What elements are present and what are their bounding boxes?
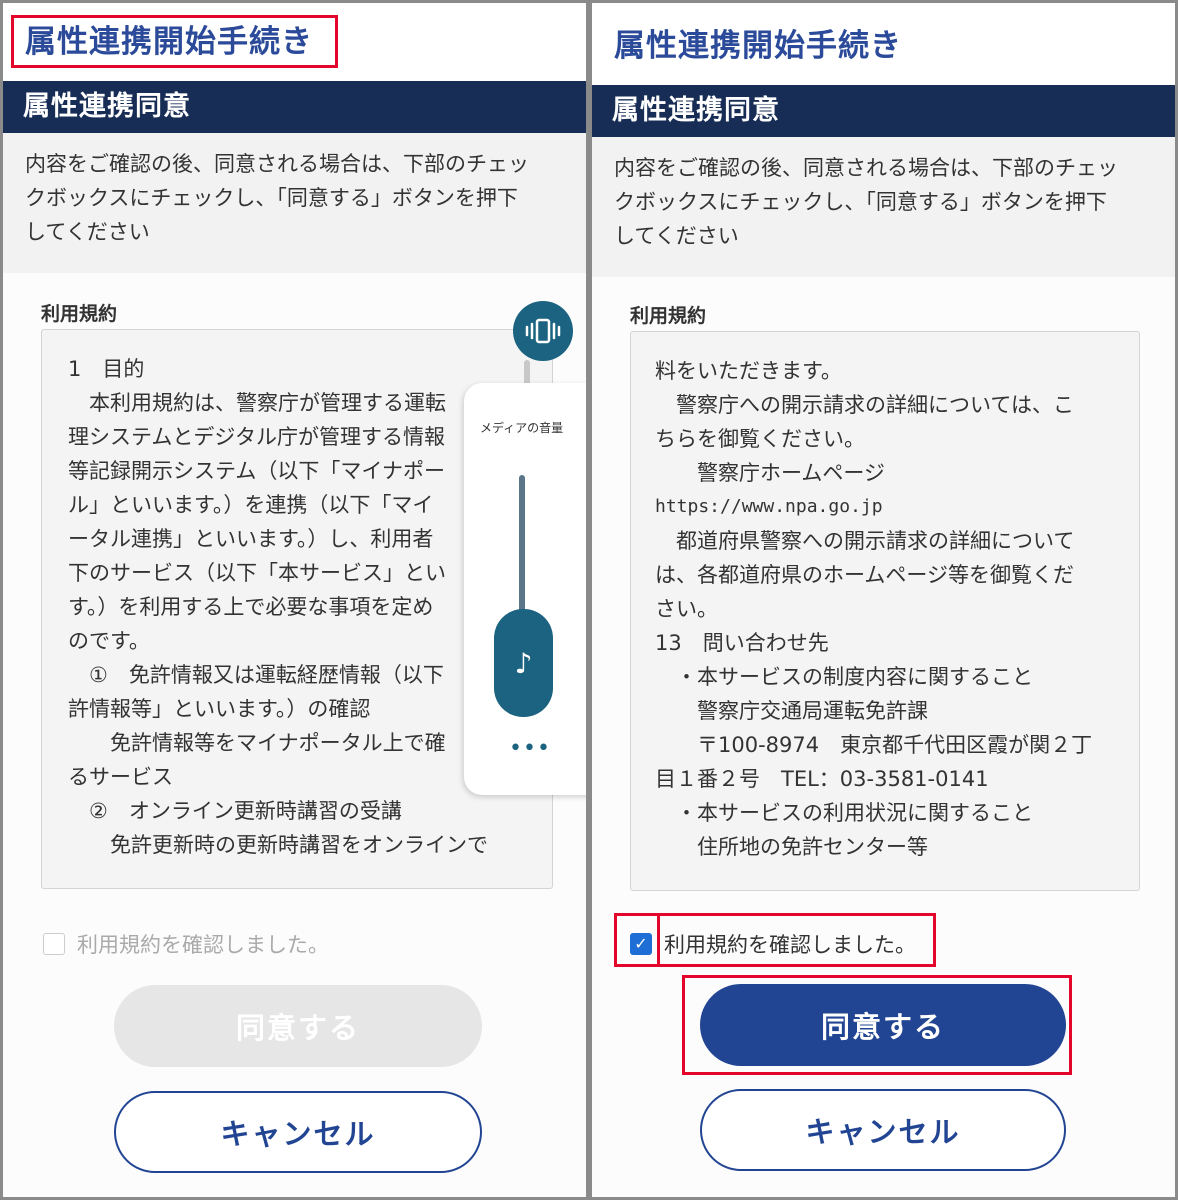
terms-line: 警察庁ホームページ: [655, 461, 885, 485]
terms-line: 警察庁交通局運転免許課: [655, 699, 928, 723]
terms-line: 理システムとデジタル庁が管理する情報: [68, 425, 445, 449]
terms-line: ② オンライン更新時講習の受講: [68, 799, 402, 823]
terms-label: 利用規約: [630, 305, 707, 327]
terms-label: 利用規約: [41, 303, 118, 325]
section-header: 属性連携同意: [592, 85, 1175, 137]
terms-line: す。）を利用する上で必要な事項を定め: [68, 595, 434, 619]
instruction-line: 内容をご確認の後、同意される場合は、下部のチェッ: [25, 152, 529, 176]
agree-button-disabled[interactable]: 同意する: [114, 985, 482, 1067]
terms-confirm-checkbox[interactable]: ✓: [630, 933, 652, 955]
page-title: 属性連携開始手続き: [614, 28, 902, 64]
left-screen: 属性連携開始手続き 属性連携同意 内容をご確認の後、同意される場合は、下部のチェ…: [0, 0, 589, 1200]
volume-slider-thumb[interactable]: ♪: [494, 609, 553, 717]
more-horizontal-icon[interactable]: •••: [509, 738, 551, 760]
terms-confirm-row[interactable]: 利用規約を確認しました。: [43, 929, 329, 959]
checkbox-label: 利用規約を確認しました。: [77, 933, 329, 957]
terms-line: るサービス: [68, 765, 173, 789]
terms-line: ータル連携」といいます。）し、利用者: [68, 527, 434, 551]
terms-line: ちらを御覧ください。: [655, 427, 865, 451]
checkmark-icon: ✓: [634, 934, 648, 953]
right-screen: 属性連携開始手続き 属性連携同意 内容をご確認の後、同意される場合は、下部のチェ…: [589, 0, 1178, 1200]
terms-scroll-box[interactable]: 料をいただきます。 警察庁への開示請求の詳細については、こ ちらを御覧ください。…: [630, 331, 1140, 891]
checkbox-label: 利用規約を確認しました。: [664, 933, 916, 957]
cancel-button[interactable]: キャンセル: [114, 1091, 482, 1173]
terms-line: 13 問い合わせ先: [655, 631, 829, 655]
terms-confirm-row[interactable]: ✓ 利用規約を確認しました。: [630, 929, 916, 959]
terms-line: 免許情報等をマイナポータル上で確: [68, 731, 446, 755]
music-note-icon: ♪: [514, 646, 533, 680]
section-header: 属性連携同意: [3, 81, 586, 133]
terms-line: ① 免許情報又は運転経歴情報（以下: [68, 663, 444, 687]
terms-line: 許情報等」といいます。）の確認: [68, 697, 371, 721]
terms-line: 下のサービス（以下「本サービス」とい: [68, 561, 446, 585]
terms-line: さい。: [655, 597, 718, 621]
terms-line: ル」といいます。）を連携（以下「マイ: [68, 493, 434, 517]
terms-line: 警察庁への開示請求の詳細については、こ: [655, 393, 1074, 417]
media-volume-panel: メディアの音量 ♪ •••: [464, 383, 586, 795]
terms-confirm-checkbox[interactable]: [43, 933, 65, 955]
instruction-line: してください: [614, 224, 739, 248]
terms-line: ・本サービスの利用状況に関すること: [655, 801, 1033, 825]
agree-button[interactable]: 同意する: [700, 984, 1066, 1066]
terms-line: のです。: [68, 629, 150, 653]
instruction-line: してください: [25, 220, 150, 244]
title-highlight-box: [11, 15, 338, 68]
terms-line: ・本サービスの制度内容に関すること: [655, 665, 1033, 689]
terms-line: 〒100-8974 東京都千代田区霞が関２丁: [655, 733, 1093, 757]
terms-line: 等記録開示システム（以下「マイナポー: [68, 459, 445, 483]
terms-line: 目１番２号 TEL：03-3581-0141: [655, 767, 989, 791]
terms-line: 住所地の免許センター等: [655, 835, 928, 859]
instruction-line: クボックスにチェックし、「同意する」ボタンを押下: [614, 190, 1107, 214]
terms-line: 都道府県警察への開示請求の詳細について: [655, 529, 1075, 553]
terms-line: は、各都道府県のホームページ等を御覧くだ: [655, 563, 1074, 587]
terms-line: 1 目的: [68, 357, 145, 381]
instruction-text: 内容をご確認の後、同意される場合は、下部のチェッ クボックスにチェックし、「同意…: [3, 133, 586, 273]
instruction-text: 内容をご確認の後、同意される場合は、下部のチェッ クボックスにチェックし、「同意…: [592, 137, 1175, 277]
terms-line: 免許更新時の更新時講習をオンラインで: [68, 833, 488, 857]
vibrate-icon: [525, 318, 561, 344]
instruction-line: 内容をご確認の後、同意される場合は、下部のチェッ: [614, 156, 1118, 180]
instruction-line: クボックスにチェックし、「同意する」ボタンを押下: [25, 186, 518, 210]
vibrate-mode-button[interactable]: [513, 301, 573, 361]
terms-url-line: https://www.npa.go.jp: [655, 496, 883, 517]
cancel-button[interactable]: キャンセル: [700, 1089, 1066, 1171]
terms-line: 本利用規約は、警察庁が管理する運転: [68, 391, 446, 415]
terms-line: 料をいただきます。: [655, 359, 842, 383]
volume-label: メディアの音量: [480, 421, 564, 435]
